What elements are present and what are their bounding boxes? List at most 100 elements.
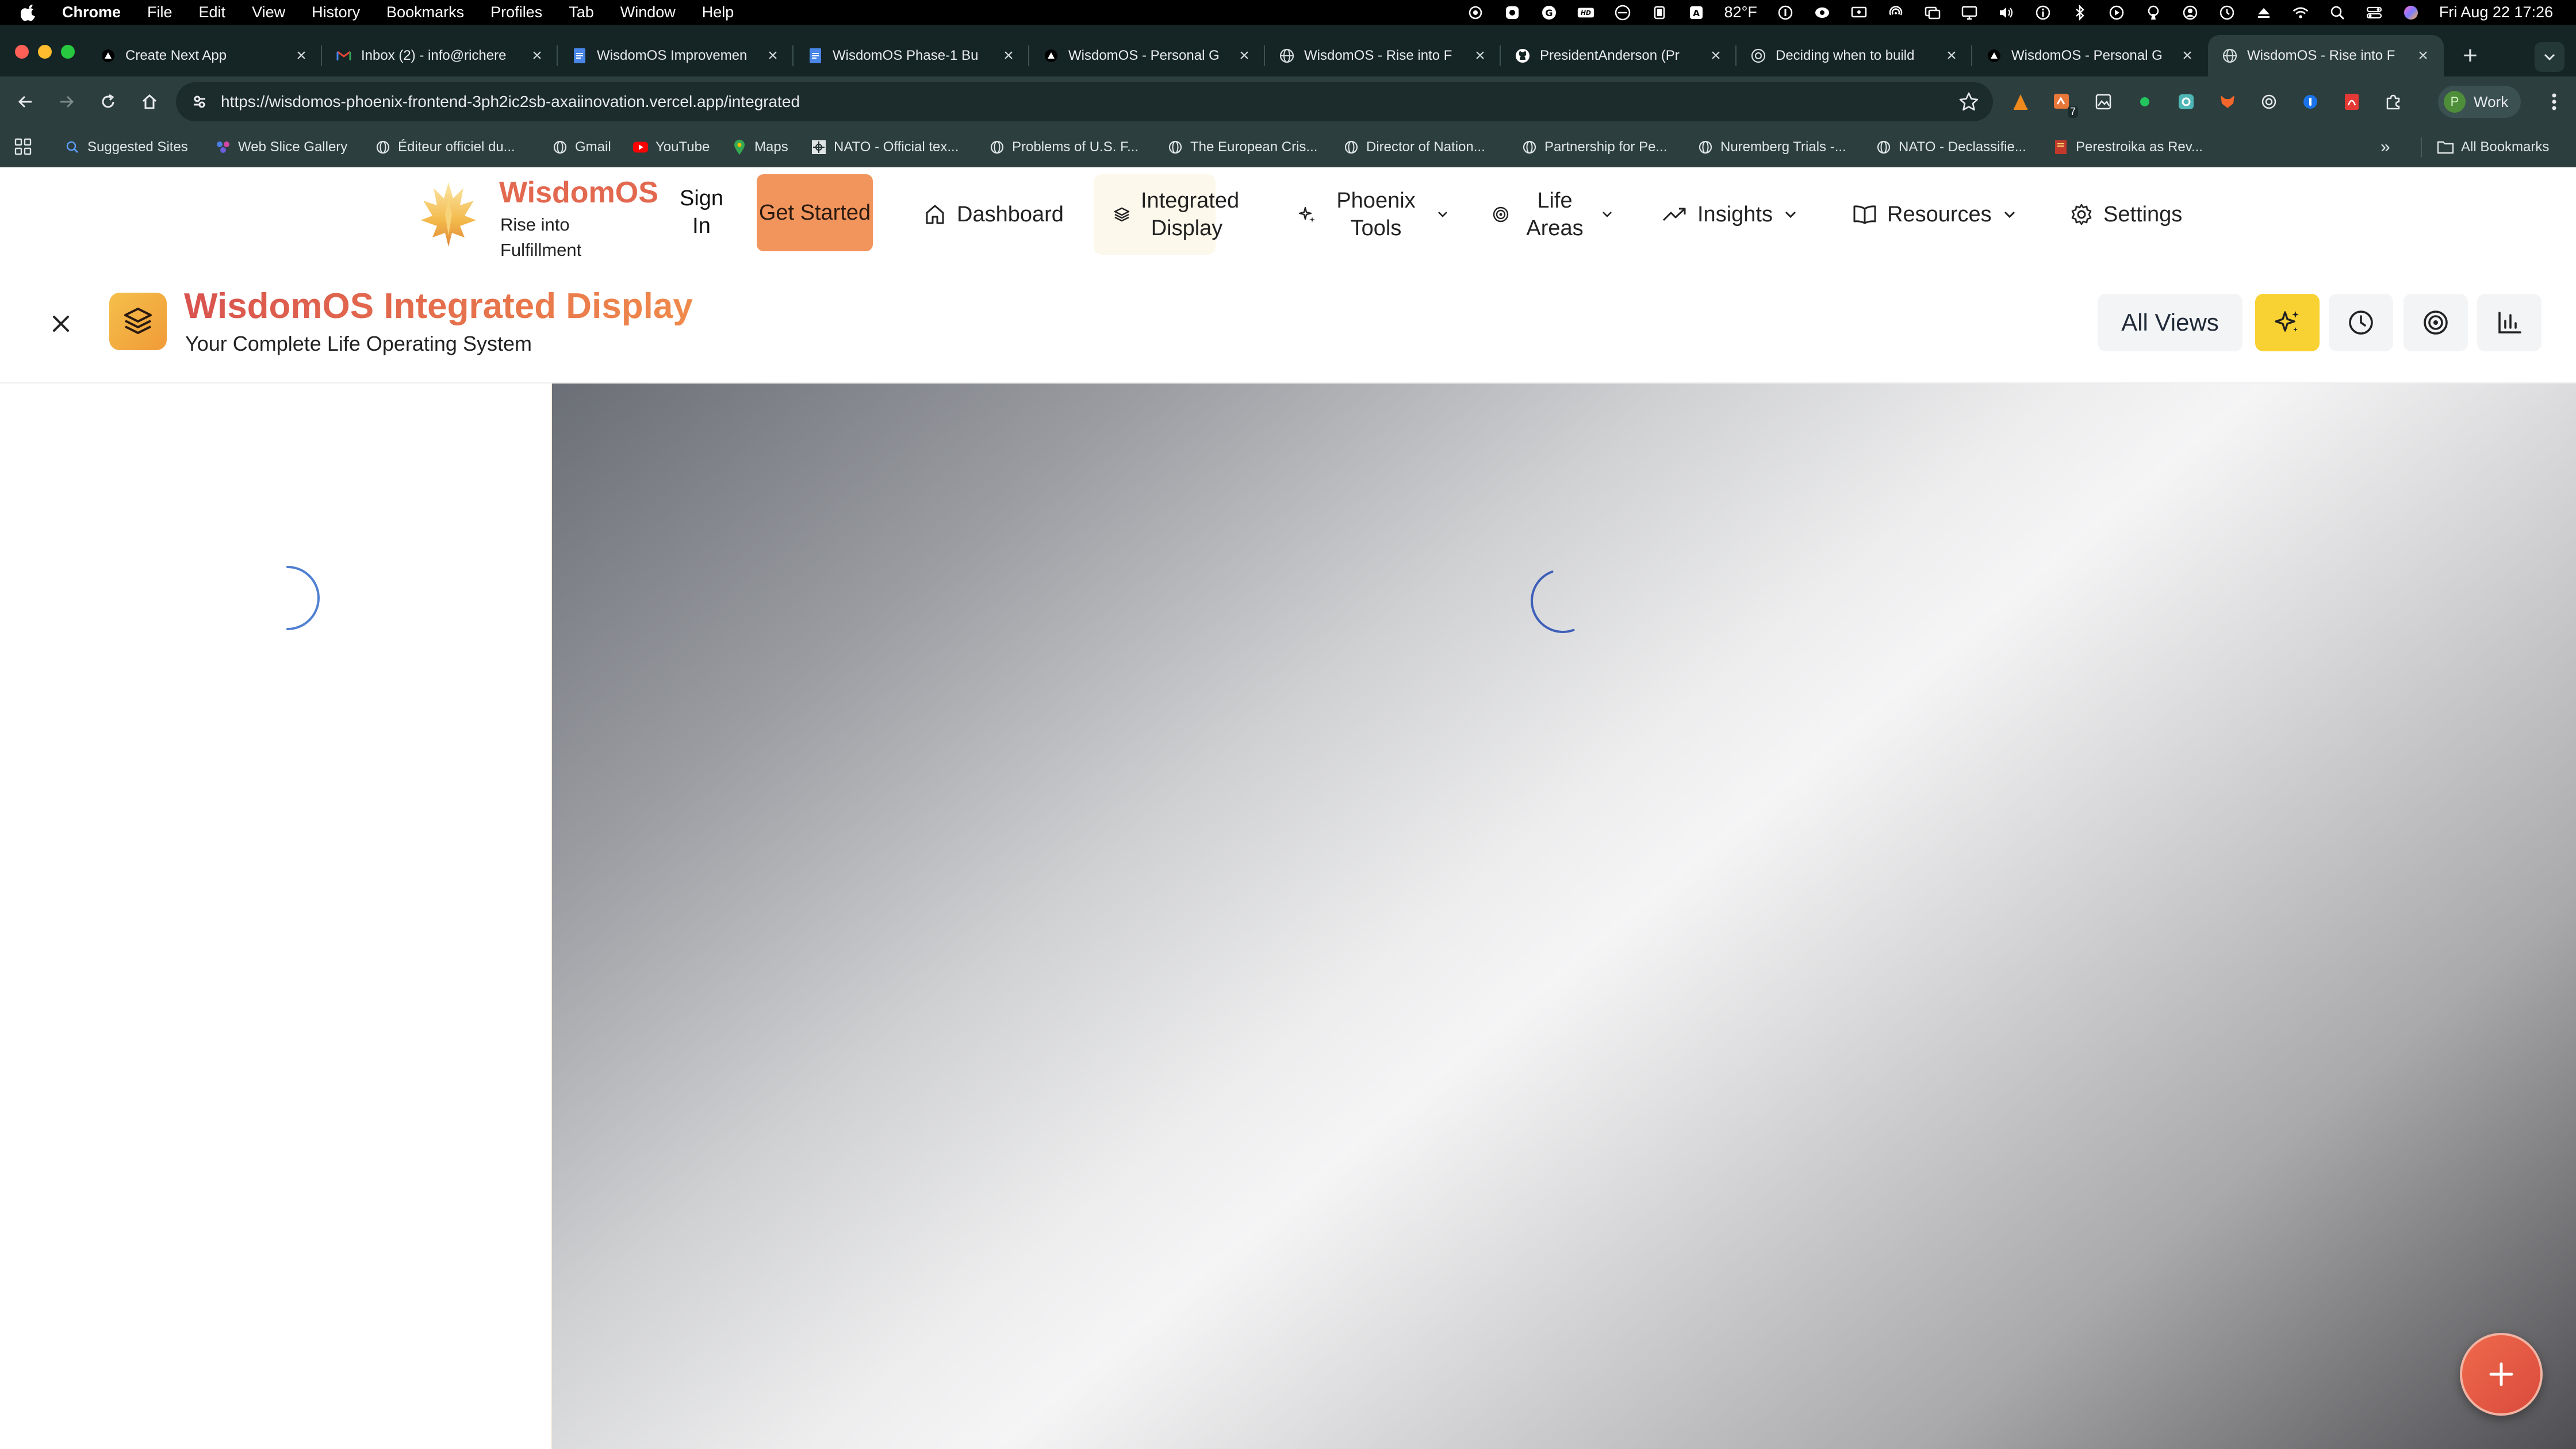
browser-tab[interactable]: WisdomOS - Personal G × bbox=[1029, 35, 1265, 76]
browser-tab[interactable]: Deciding when to build × bbox=[1736, 35, 1972, 76]
bookmark-star-icon[interactable] bbox=[1958, 91, 1979, 112]
teal-extension-icon[interactable] bbox=[2174, 89, 2199, 114]
browser-tab[interactable]: PresidentAnderson (Pr × bbox=[1501, 35, 1736, 76]
browser-tab[interactable]: WisdomOS Improvemen × bbox=[558, 35, 793, 76]
bookmark-item[interactable]: Nuremberg Trials -... bbox=[1697, 136, 1846, 158]
bookmark-item[interactable]: Director of Nation... bbox=[1343, 136, 1485, 158]
siri-icon[interactable] bbox=[2402, 4, 2420, 21]
time-machine-icon[interactable] bbox=[2218, 4, 2236, 21]
app-status-icon[interactable] bbox=[1504, 4, 1521, 21]
apps-grid-icon[interactable] bbox=[14, 137, 32, 156]
nav-settings[interactable]: Settings bbox=[2070, 167, 2182, 262]
apple-icon[interactable] bbox=[21, 3, 38, 21]
bookmark-item[interactable]: Gmail bbox=[552, 136, 611, 158]
hd-icon[interactable]: HD bbox=[1577, 4, 1594, 21]
info-app-icon[interactable] bbox=[2034, 4, 2052, 21]
window-minimize-button[interactable] bbox=[38, 45, 52, 59]
bookmark-item[interactable]: Problems of U.S. F... bbox=[989, 136, 1138, 158]
menu-chrome[interactable]: Chrome bbox=[62, 3, 121, 21]
battery-app-icon[interactable] bbox=[1651, 4, 1668, 21]
nav-life-areas[interactable]: Life Areas bbox=[1492, 167, 1615, 262]
window-close-button[interactable] bbox=[15, 45, 29, 59]
browser-tab[interactable]: Create Next App × bbox=[86, 35, 322, 76]
close-tab-icon[interactable]: × bbox=[1235, 46, 1254, 65]
chrome-menu-icon[interactable] bbox=[2539, 87, 2569, 117]
volume-icon[interactable] bbox=[1998, 4, 2015, 21]
brand-name[interactable]: WisdomOS bbox=[499, 175, 658, 210]
one-password-icon[interactable] bbox=[1777, 4, 1794, 21]
menu-help[interactable]: Help bbox=[702, 3, 734, 21]
menu-history[interactable]: History bbox=[312, 3, 360, 21]
picture-extension-icon[interactable] bbox=[2091, 89, 2116, 114]
phoenix-logo-icon[interactable] bbox=[420, 180, 477, 249]
menu-bar-clock[interactable]: Fri Aug 22 17:26 bbox=[2439, 3, 2553, 21]
goals-view-button[interactable] bbox=[2404, 294, 2468, 351]
close-tab-icon[interactable]: × bbox=[528, 46, 546, 65]
password-extension-icon[interactable] bbox=[2298, 89, 2323, 114]
vlc-extension-icon[interactable] bbox=[2008, 89, 2033, 114]
close-panel-button[interactable] bbox=[45, 308, 77, 340]
grammarly-icon[interactable]: G bbox=[1540, 4, 1558, 21]
play-icon[interactable] bbox=[2108, 4, 2125, 21]
vpn-icon[interactable] bbox=[1814, 4, 1831, 21]
browser-tab[interactable]: WisdomOS - Personal G × bbox=[1972, 35, 2208, 76]
close-tab-icon[interactable]: × bbox=[764, 46, 782, 65]
add-fab-button[interactable] bbox=[2460, 1333, 2543, 1416]
browser-tab[interactable]: WisdomOS Phase-1 Bu × bbox=[793, 35, 1029, 76]
nav-dashboard[interactable]: Dashboard bbox=[923, 167, 1064, 262]
wifi-icon[interactable] bbox=[2292, 4, 2309, 21]
bookmark-item[interactable]: Partnership for Pe... bbox=[1521, 136, 1667, 158]
close-tab-icon[interactable]: × bbox=[1942, 46, 1961, 65]
spotlight-search-icon[interactable] bbox=[2329, 4, 2346, 21]
reload-button[interactable] bbox=[93, 87, 123, 117]
eject-icon[interactable] bbox=[2255, 4, 2272, 21]
nav-integrated-display[interactable]: Integrated Display bbox=[1094, 174, 1239, 255]
podcast-icon[interactable] bbox=[2145, 4, 2162, 21]
sign-in-button[interactable]: Sign In bbox=[673, 185, 730, 240]
new-tab-button[interactable]: + bbox=[2450, 35, 2491, 76]
window-zoom-button[interactable] bbox=[61, 45, 75, 59]
bookmark-item[interactable]: NATO - Declassifie... bbox=[1876, 136, 2026, 158]
browser-tab[interactable]: WisdomOS - Rise into F × bbox=[1265, 35, 1501, 76]
forward-button[interactable] bbox=[52, 87, 82, 117]
tab-search-button[interactable] bbox=[2535, 42, 2564, 72]
menu-tab[interactable]: Tab bbox=[569, 3, 594, 21]
extensions-puzzle-icon[interactable] bbox=[2380, 89, 2406, 114]
browser-tab[interactable]: Inbox (2) - info@richere × bbox=[322, 35, 558, 76]
back-button[interactable] bbox=[10, 87, 40, 117]
user-account-icon[interactable] bbox=[2182, 4, 2199, 21]
address-bar[interactable]: https://wisdomos-phoenix-frontend-3ph2ic… bbox=[176, 82, 1993, 121]
text-app-icon[interactable]: A bbox=[1688, 4, 1705, 21]
bookmark-item[interactable]: Suggested Sites bbox=[64, 136, 188, 158]
screen-mirroring-icon[interactable] bbox=[1924, 4, 1941, 21]
display-icon[interactable] bbox=[1850, 4, 1868, 21]
bookmark-item[interactable]: NATO - Official tex... bbox=[811, 136, 959, 158]
bookmark-item[interactable]: Perestroika as Rev... bbox=[2053, 136, 2203, 158]
weather-temperature[interactable]: 82°F bbox=[1724, 3, 1757, 21]
get-started-button[interactable]: Get Started bbox=[757, 174, 873, 251]
bookmark-item[interactable]: The European Cris... bbox=[1167, 136, 1317, 158]
menu-bookmarks[interactable]: Bookmarks bbox=[386, 3, 464, 21]
openai-extension-icon[interactable] bbox=[2256, 89, 2282, 114]
bookmark-item[interactable]: Éditeur officiel du... bbox=[375, 136, 515, 158]
ai-insights-button[interactable] bbox=[2255, 294, 2320, 351]
menu-profiles[interactable]: Profiles bbox=[490, 3, 542, 21]
control-center-icon[interactable] bbox=[2366, 4, 2383, 21]
bookmark-item[interactable]: YouTube bbox=[632, 136, 710, 158]
pdf-extension-icon[interactable] bbox=[2339, 89, 2364, 114]
bookmark-item[interactable]: Maps bbox=[731, 136, 788, 158]
analytics-view-button[interactable] bbox=[2477, 294, 2542, 351]
nav-insights[interactable]: Insights bbox=[1662, 167, 1798, 262]
bookmark-item[interactable]: Web Slice Gallery bbox=[215, 136, 347, 158]
url-text[interactable]: https://wisdomos-phoenix-frontend-3ph2ic… bbox=[221, 93, 800, 111]
profile-button[interactable]: P Work bbox=[2438, 86, 2521, 118]
all-views-button[interactable]: All Views bbox=[2098, 294, 2242, 351]
close-tab-icon[interactable]: × bbox=[2414, 46, 2432, 65]
site-settings-icon[interactable] bbox=[189, 91, 210, 113]
close-tab-icon[interactable]: × bbox=[292, 46, 310, 65]
menu-window[interactable]: Window bbox=[620, 3, 676, 21]
all-bookmarks-button[interactable]: All Bookmarks bbox=[2437, 136, 2549, 158]
menu-view[interactable]: View bbox=[252, 3, 285, 21]
chatgpt-status-icon[interactable] bbox=[1467, 4, 1484, 21]
airdrop-icon[interactable] bbox=[1887, 4, 1904, 21]
